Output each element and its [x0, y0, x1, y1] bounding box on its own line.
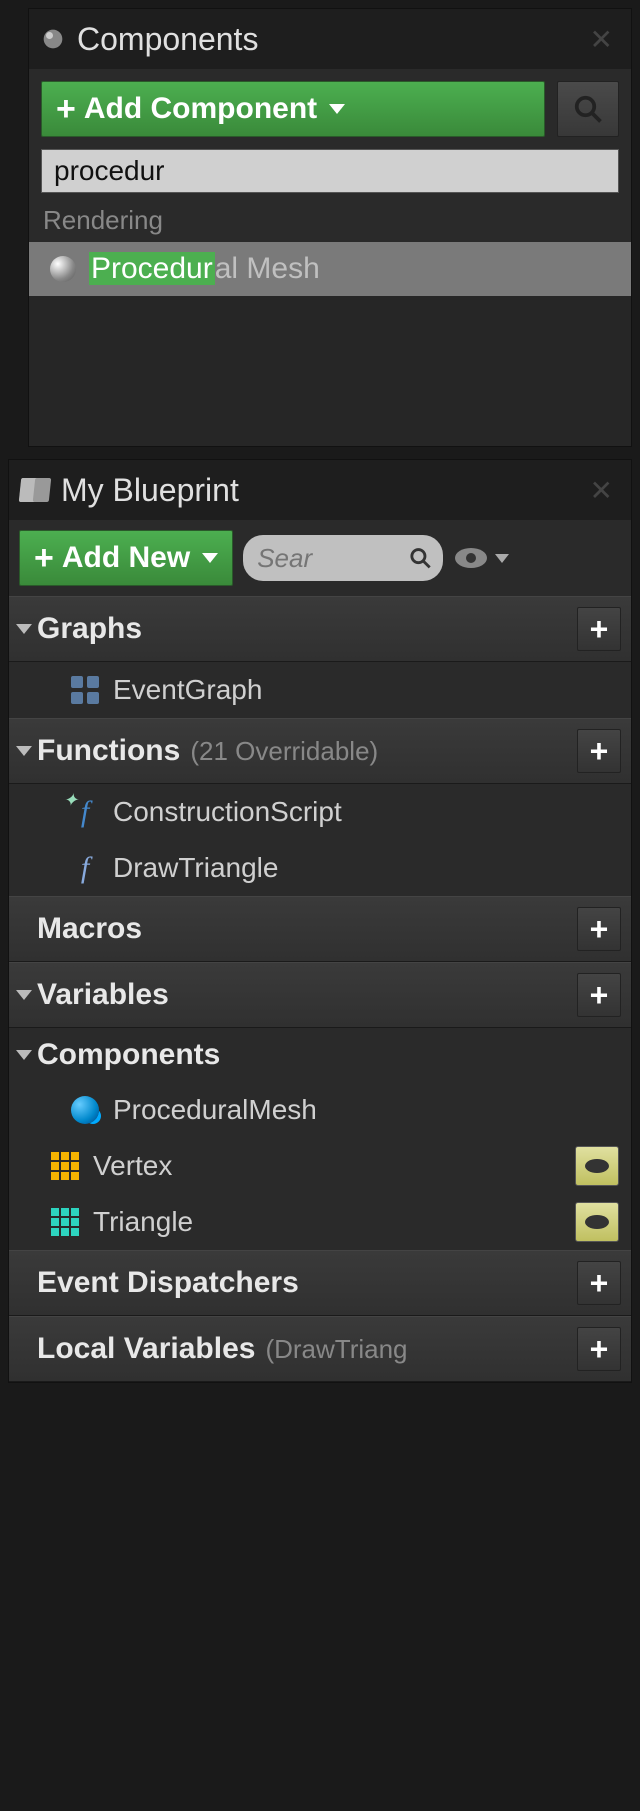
expander-icon	[16, 624, 32, 634]
drawtriangle-label: DrawTriangle	[113, 852, 619, 884]
add-dispatcher-button[interactable]: +	[577, 1261, 621, 1305]
constructionscript-label: ConstructionScript	[113, 796, 619, 828]
section-local-variables[interactable]: Local Variables (DrawTriang +	[9, 1316, 631, 1382]
item-vertex[interactable]: Vertex	[9, 1138, 631, 1194]
plus-icon: +	[34, 541, 54, 575]
proceduralmesh-label: ProceduralMesh	[113, 1094, 619, 1126]
search-icon	[409, 545, 432, 571]
item-triangle[interactable]: Triangle	[9, 1194, 631, 1250]
add-new-label: Add New	[62, 541, 190, 575]
macros-title: Macros	[19, 912, 569, 946]
add-new-button[interactable]: + Add New	[19, 530, 233, 586]
section-variables[interactable]: Variables +	[9, 962, 631, 1028]
component-search-input[interactable]	[41, 149, 619, 193]
expander-icon	[16, 746, 32, 756]
tab-bar: Components ✕	[29, 9, 631, 69]
variables-title: Variables	[37, 978, 569, 1012]
graph-icon	[69, 674, 101, 706]
item-proceduralmesh[interactable]: ProceduralMesh	[9, 1082, 631, 1138]
section-graphs[interactable]: Graphs +	[9, 596, 631, 662]
category-rendering: Rendering	[29, 199, 631, 242]
close-icon[interactable]: ✕	[582, 470, 621, 511]
components-toolbar: + Add Component	[29, 69, 631, 149]
components-tab-icon	[39, 25, 67, 53]
triangle-label: Triangle	[93, 1206, 563, 1238]
add-component-button[interactable]: + Add Component	[41, 81, 545, 137]
local-variables-title: Local Variables (DrawTriang	[19, 1332, 569, 1366]
section-macros[interactable]: Macros +	[9, 896, 631, 962]
eye-icon	[585, 1215, 609, 1229]
add-component-label: Add Component	[84, 92, 317, 126]
item-eventgraph[interactable]: EventGraph	[9, 662, 631, 718]
add-macro-button[interactable]: +	[577, 907, 621, 951]
result-label: Procedural Mesh	[89, 252, 320, 286]
mesh-icon	[47, 253, 79, 285]
functions-title: Functions (21 Overridable)	[37, 734, 569, 768]
blueprint-search[interactable]	[243, 535, 443, 581]
close-icon[interactable]: ✕	[582, 19, 621, 60]
add-variable-button[interactable]: +	[577, 973, 621, 1017]
blueprint-tab-bar: My Blueprint ✕	[9, 460, 631, 520]
visibility-toggle[interactable]	[575, 1202, 619, 1242]
section-components[interactable]: Components	[9, 1028, 631, 1082]
section-event-dispatchers[interactable]: Event Dispatchers +	[9, 1250, 631, 1316]
vertex-label: Vertex	[93, 1150, 563, 1182]
blueprint-toolbar: + Add New	[9, 520, 631, 596]
function-icon: ✦f	[69, 796, 101, 828]
add-local-variable-button[interactable]: +	[577, 1327, 621, 1371]
eventgraph-label: EventGraph	[113, 674, 619, 706]
blueprint-search-input[interactable]	[255, 542, 408, 575]
section-functions[interactable]: Functions (21 Overridable) +	[9, 718, 631, 784]
eye-icon	[585, 1159, 609, 1173]
components-tab-title[interactable]: Components	[77, 21, 572, 58]
chevron-down-icon	[202, 553, 218, 563]
graphs-title: Graphs	[37, 612, 569, 646]
component-icon	[69, 1094, 101, 1126]
my-blueprint-panel: My Blueprint ✕ + Add New Graphs +	[8, 459, 632, 1383]
result-procedural-mesh[interactable]: Procedural Mesh	[29, 242, 631, 296]
expander-icon	[16, 1050, 32, 1060]
chevron-down-icon	[495, 554, 509, 563]
eye-icon	[453, 546, 489, 570]
blueprint-tab-title[interactable]: My Blueprint	[61, 472, 572, 509]
array-icon	[49, 1206, 81, 1238]
array-icon	[49, 1150, 81, 1182]
visibility-toggle[interactable]	[575, 1146, 619, 1186]
function-icon: f	[69, 852, 101, 884]
item-constructionscript[interactable]: ✦f ConstructionScript	[9, 784, 631, 840]
visibility-filter[interactable]	[453, 546, 509, 570]
blueprint-tab-icon	[19, 474, 51, 506]
plus-icon: +	[56, 92, 76, 126]
empty-space	[29, 296, 631, 446]
search-button[interactable]	[557, 81, 619, 137]
search-row	[29, 149, 631, 199]
event-dispatchers-title: Event Dispatchers	[19, 1266, 569, 1300]
components-title: Components	[37, 1038, 621, 1072]
item-drawtriangle[interactable]: f DrawTriangle	[9, 840, 631, 896]
search-icon	[573, 94, 603, 124]
add-graph-button[interactable]: +	[577, 607, 621, 651]
expander-icon	[16, 990, 32, 1000]
chevron-down-icon	[329, 104, 345, 114]
add-function-button[interactable]: +	[577, 729, 621, 773]
components-panel: Components ✕ + Add Component Rendering P…	[28, 8, 632, 447]
